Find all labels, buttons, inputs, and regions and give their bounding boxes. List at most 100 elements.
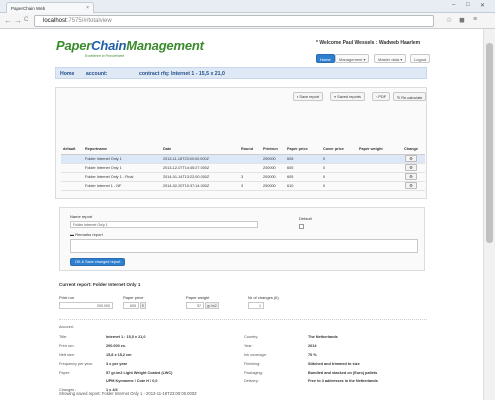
change-gear-icon[interactable]: ⚙ xyxy=(405,155,417,162)
table-row[interactable]: Folder Internet 1 - NF 2014-02-20T10:37:… xyxy=(61,181,425,191)
column-header: Cover price xyxy=(321,144,357,155)
table-row[interactable]: Folder Internet Only 1 - Final 2014-01-1… xyxy=(61,172,425,182)
forward-icon[interactable]: → xyxy=(14,16,22,25)
current-report-label: Current report: Folder Internet Only 1 xyxy=(59,282,141,287)
column-header: Date xyxy=(161,144,239,155)
welcome-text: * Welcome Paul Wessels : Wadweb Haarlem xyxy=(316,40,421,46)
detail-value: 3 x per year xyxy=(106,362,128,366)
detail-value: Internet 1 : 15,5 x 21,0 xyxy=(106,335,146,339)
account-label: Account: xyxy=(59,325,74,329)
name-report-label: Name report xyxy=(70,214,93,219)
name-report-input[interactable] xyxy=(70,221,258,228)
column-header: Printrun xyxy=(261,144,285,155)
close-window-icon[interactable]: ✕ xyxy=(480,2,485,9)
paper-weight-input[interactable] xyxy=(186,302,204,309)
detail-key: Country: xyxy=(244,335,259,339)
detail-value: 70 % xyxy=(308,353,317,357)
edit-icon: ▬ xyxy=(70,232,74,237)
save-report-button[interactable]: ▪ Save report xyxy=(293,92,324,101)
table-header: default Reportname Date Round Printrun P… xyxy=(61,144,425,155)
change-gear-icon[interactable]: ⚙ xyxy=(405,182,417,189)
vertical-scrollbar[interactable] xyxy=(483,29,495,400)
nav-management-button[interactable]: Management ▾ xyxy=(335,54,370,63)
saved-reports-button[interactable]: ≡ Saved reports xyxy=(330,92,365,101)
browser-tab[interactable]: PaperChain Web × xyxy=(6,2,94,13)
detail-key: Paper: xyxy=(59,371,71,375)
table-row[interactable]: Folder Internet Only 1 2013-11-18T23:00:… xyxy=(61,154,425,164)
saved-report-info: Showing saved report: Folder Internet On… xyxy=(59,391,197,396)
nav-logout-button[interactable]: Logout xyxy=(410,54,431,63)
column-header: default xyxy=(61,144,83,155)
column-header: Change xyxy=(397,144,425,155)
nav-home-button[interactable]: Home xyxy=(316,54,335,63)
back-icon[interactable]: ← xyxy=(4,16,12,25)
ok-save-button[interactable]: OK & Save changed report xyxy=(70,258,126,266)
address-bar[interactable]: localhost:7575/#/totalview xyxy=(34,15,434,27)
detail-key: Frequency per year: xyxy=(59,362,93,366)
detail-value: 200.000 ex. xyxy=(106,344,127,348)
paper-price-input[interactable] xyxy=(123,302,139,309)
change-gear-icon[interactable]: ⚙ xyxy=(405,173,417,180)
detail-value: Free to 3 addresses in the Netherlands xyxy=(308,379,378,383)
breadcrumb: Home account: contract rfq: Internet 1 -… xyxy=(55,67,427,79)
weight-unit-addon: gr./m2 xyxy=(205,302,219,309)
printrun-input[interactable] xyxy=(59,302,113,309)
nav-master-data-button[interactable]: Master data ▾ xyxy=(374,54,407,63)
page: PaperChainManagement Excellence in Procu… xyxy=(0,29,483,400)
change-gear-icon[interactable]: ⚙ xyxy=(405,164,417,171)
detail-key: Packaging: xyxy=(244,371,263,375)
detail-value: 15,8 x 15,2 cm xyxy=(106,353,132,357)
detail-key: Nett size: xyxy=(59,353,75,357)
recalculate-button[interactable]: ↻ Re-calculate xyxy=(393,92,427,101)
url-host: localhost xyxy=(43,18,67,24)
browser-titlebar: PaperChain Web × – □ ✕ xyxy=(0,0,495,13)
breadcrumb-account[interactable]: account: xyxy=(86,71,108,77)
column-header: Paper weight xyxy=(357,144,397,155)
paper-price-label: Paper price xyxy=(123,295,144,300)
default-label: Default xyxy=(299,216,312,221)
scrollbar-thumb[interactable] xyxy=(486,43,493,243)
browser-toolbar: ← → C localhost:7575/#/totalview ☆ ◼ ≡ xyxy=(0,13,495,29)
detail-value: Stitched and trimmed to size xyxy=(308,362,360,366)
breadcrumb-contract: contract rfq: Internet 1 - 15,5 x 21,0 xyxy=(138,71,225,77)
table-row[interactable]: Folder Internet Only 1 2013-12-07T14:45:… xyxy=(61,163,425,173)
detail-key: Ink coverage: xyxy=(244,353,267,357)
detail-key: Delivery: xyxy=(244,379,259,383)
list-icon: ≡ xyxy=(334,95,337,99)
changes-input[interactable] xyxy=(248,302,264,309)
reports-table: default Reportname Date Round Printrun P… xyxy=(61,144,425,191)
logo: PaperChainManagement xyxy=(56,38,204,53)
detail-key: Year: xyxy=(244,344,253,348)
detail-key: Title: xyxy=(59,335,68,339)
column-header: Paper price xyxy=(285,144,321,155)
printrun-label: Print run xyxy=(59,295,75,300)
euro-addon: € xyxy=(140,302,146,309)
minimize-icon[interactable]: – xyxy=(452,2,455,8)
tab-close-icon[interactable]: × xyxy=(86,5,89,11)
logo-tagline: Excellence in Procurement xyxy=(85,54,125,58)
pdf-button[interactable]: ▫ PDF xyxy=(372,92,391,101)
remarks-textarea[interactable] xyxy=(70,239,418,253)
column-header: Round xyxy=(239,144,261,155)
default-checkbox[interactable] xyxy=(299,224,304,229)
browser-menu-icon[interactable]: ≡ xyxy=(473,16,477,23)
changes-label: Nr of changes (it) xyxy=(248,295,279,300)
refresh-icon: ↻ xyxy=(397,96,401,100)
extension-icon[interactable]: ◼ xyxy=(459,16,465,24)
column-header: Reportname xyxy=(83,144,161,155)
detail-key: Finishing: xyxy=(244,362,261,366)
detail-value: The Netherlands xyxy=(308,335,338,339)
detail-key: Print run: xyxy=(59,344,75,348)
paper-weight-label: Paper weight xyxy=(186,295,210,300)
maximize-icon[interactable]: □ xyxy=(466,2,470,8)
divider xyxy=(59,319,427,320)
detail-value: Bundled and stacked on (Euro) pallets xyxy=(308,371,378,375)
detail-value: 2014 xyxy=(308,344,317,348)
breadcrumb-home[interactable]: Home xyxy=(60,71,74,77)
detail-value: UPM Kymmene / Cote H / 0,0 xyxy=(106,379,158,383)
tab-title: PaperChain Web xyxy=(11,6,46,11)
reload-icon[interactable]: C xyxy=(24,17,28,23)
bookmark-star-icon[interactable]: ☆ xyxy=(446,16,452,24)
remarks-report-label: ▬ Remarks report xyxy=(70,232,103,237)
url-path: :7575/#/totalview xyxy=(66,18,112,24)
